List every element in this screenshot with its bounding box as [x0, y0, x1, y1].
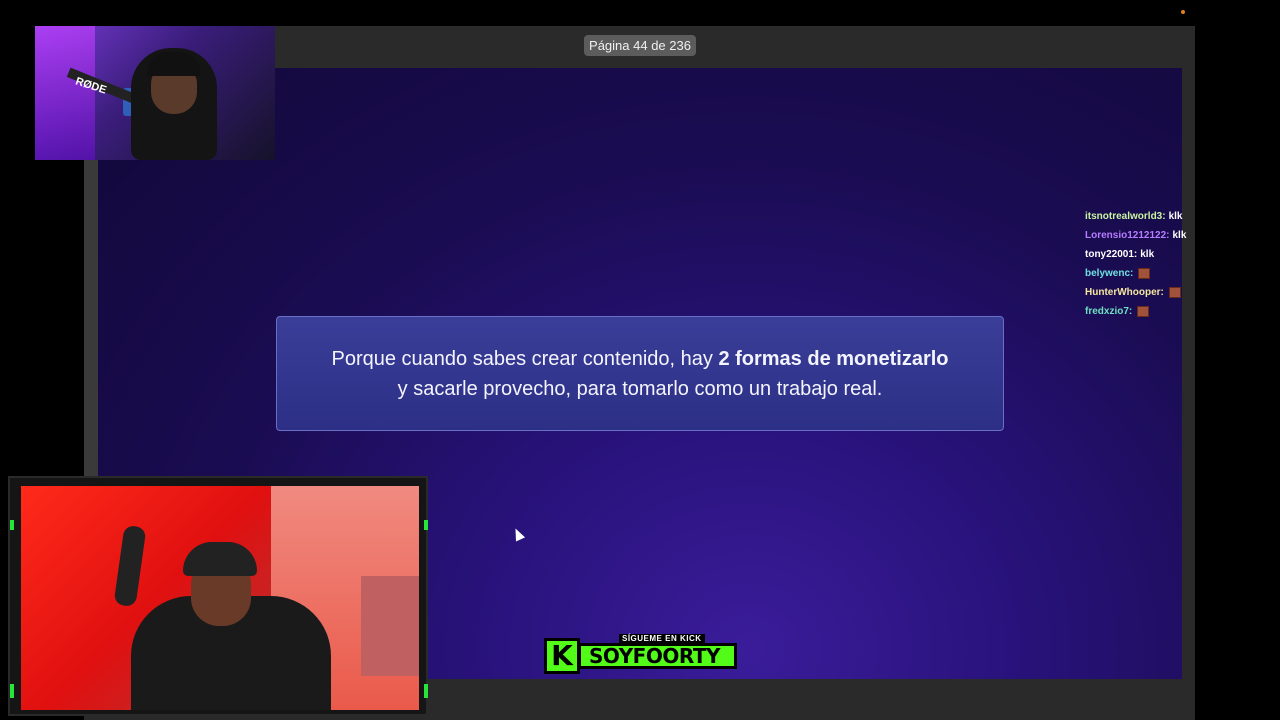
chat-emote-icon	[1138, 268, 1151, 279]
chat-username: HunterWhooper:	[1085, 286, 1164, 298]
green-frame-accent	[10, 684, 14, 698]
chat-emote-icon	[1168, 287, 1181, 298]
guest-microphone	[113, 524, 147, 608]
kick-follow-text: SÍGUEME EN KICK	[619, 634, 705, 644]
chat-username: tony22001:	[1085, 248, 1138, 260]
chat-overlay: itsnotrealworld3: klk Lorensio1212122: klk t…	[1085, 207, 1275, 321]
slide-text-box: Porque cuando sabes crear contenido, hay…	[276, 316, 1004, 431]
slide-text-regular: Porque cuando sabes crear contenido, hay	[331, 348, 719, 370]
kick-channel-name: SOYFOORTY	[578, 643, 737, 669]
guest-webcam	[8, 476, 428, 716]
slide-text-bold: 2 formas de monetizarlo	[718, 348, 949, 370]
kick-follow-badge: SOYFOORTY K SÍGUEME EN KICK	[544, 634, 737, 674]
streamer-webcam: RØDE	[35, 26, 275, 160]
chat-message-text: klk	[1140, 248, 1155, 260]
chat-message: tony22001: klk	[1085, 245, 1275, 264]
chat-message-text: klk	[1168, 210, 1183, 222]
green-frame-accent	[424, 520, 428, 530]
chat-message: HunterWhooper:	[1085, 283, 1275, 302]
chat-username: belywenc:	[1085, 267, 1134, 279]
slide-text-second-line: y sacarle provecho, para tomarlo como un…	[397, 378, 883, 400]
room-desk	[361, 576, 419, 676]
chat-username: itsnotrealworld3:	[1085, 210, 1166, 222]
green-frame-accent	[10, 520, 14, 530]
chat-message: fredxzio7:	[1085, 302, 1275, 321]
kick-logo-icon: K	[544, 638, 580, 674]
streamer-cap	[147, 52, 201, 76]
guest-webcam-feed	[21, 486, 419, 710]
green-frame-accent	[424, 684, 428, 698]
chat-username: Lorensio1212122:	[1085, 229, 1170, 241]
page-indicator: Página 44 de 236	[584, 35, 696, 56]
chat-message-text: klk	[1172, 229, 1187, 241]
recording-indicator-dot	[1181, 10, 1185, 14]
chat-message: itsnotrealworld3: klk	[1085, 207, 1275, 226]
chat-message: Lorensio1212122: klk	[1085, 226, 1275, 245]
guest-cap	[183, 542, 257, 576]
chat-message: belywenc:	[1085, 264, 1275, 283]
chat-emote-icon	[1137, 306, 1150, 317]
purple-light	[35, 26, 95, 160]
chat-username: fredxzio7:	[1085, 305, 1133, 317]
